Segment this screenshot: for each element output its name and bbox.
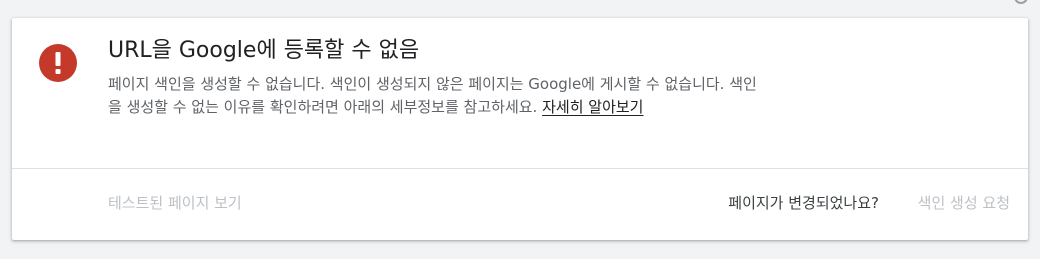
error-exclamation-icon	[39, 44, 77, 82]
partial-circle-icon	[1014, 0, 1028, 4]
card-divider	[12, 168, 1028, 169]
request-indexing-button[interactable]: 색인 생성 요청	[918, 192, 1010, 214]
learn-more-link[interactable]: 자세히 알아보기	[542, 98, 643, 116]
index-status-card: URL을 Google에 등록할 수 없음 페이지 색인을 생성할 수 없습니다…	[12, 18, 1028, 240]
page-changed-question: 페이지가 변경되었나요?	[728, 194, 879, 212]
view-tested-page-button[interactable]: 테스트된 페이지 보기	[108, 192, 242, 214]
status-title: URL을 Google에 등록할 수 없음	[108, 38, 420, 63]
status-description-text: 페이지 색인을 생성할 수 없습니다. 색인이 생성되지 않은 페이지는 Goo…	[108, 75, 757, 116]
status-description: 페이지 색인을 생성할 수 없습니다. 색인이 생성되지 않은 페이지는 Goo…	[108, 73, 760, 119]
